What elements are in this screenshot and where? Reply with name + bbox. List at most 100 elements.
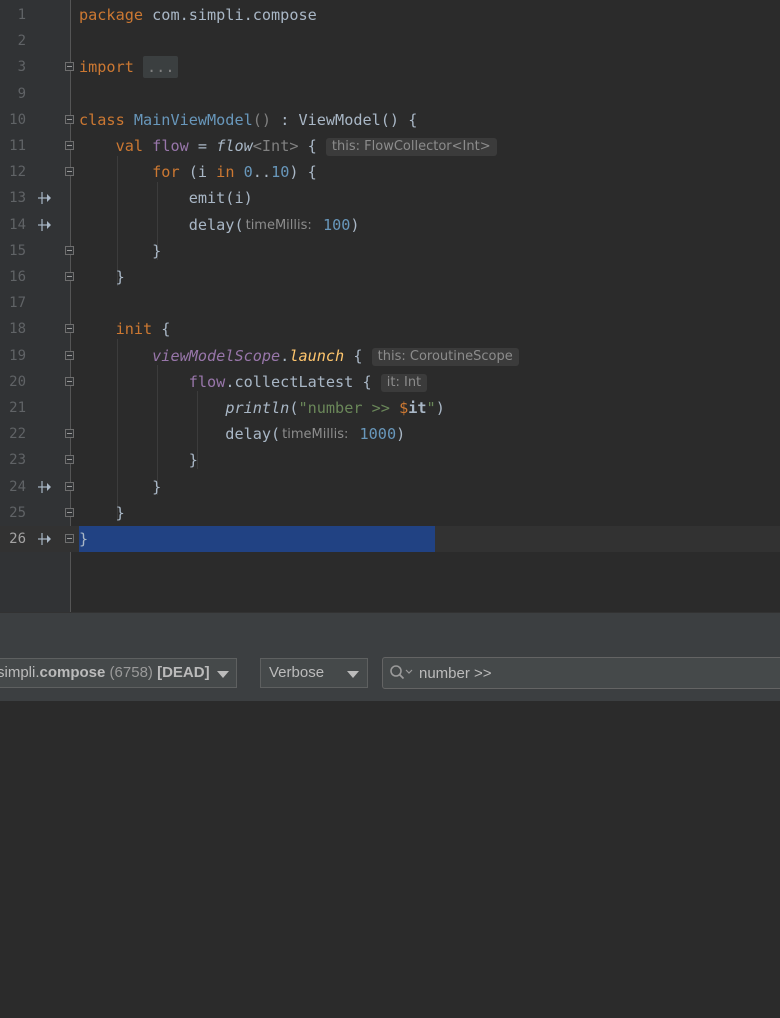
line-number[interactable]: 22 <box>0 421 26 447</box>
chevron-down-icon <box>217 671 229 678</box>
line-number[interactable]: 19 <box>0 343 26 369</box>
code-line[interactable]: 25 } <box>0 500 780 526</box>
fold-icon[interactable] <box>65 245 74 255</box>
line-number[interactable]: 3 <box>0 54 26 80</box>
search-icon <box>390 665 413 680</box>
code-line[interactable]: 11 val flow = flow<Int> { this: FlowColl… <box>0 133 780 159</box>
step-into-icon[interactable] <box>37 532 53 546</box>
code-line[interactable]: 23 } <box>0 447 780 473</box>
code-line[interactable]: 10 class MainViewModel() : ViewModel() { <box>0 107 780 133</box>
process-name: compose <box>39 664 106 681</box>
fold-icon[interactable] <box>65 272 74 281</box>
code-token: "number >> <box>298 399 400 417</box>
line-number[interactable]: 11 <box>0 133 26 159</box>
code-line[interactable]: 21 println("number >> $it") <box>0 395 780 421</box>
step-into-icon[interactable] <box>37 480 53 494</box>
code-text: } <box>79 526 88 552</box>
code-token: ) <box>435 399 445 417</box>
code-token: . <box>280 346 290 365</box>
step-into-icon[interactable] <box>37 191 53 205</box>
code-line[interactable]: 16 } <box>0 264 780 290</box>
logcat-output[interactable] <box>0 701 780 1018</box>
code-token: <Int> <box>252 137 299 155</box>
line-number[interactable]: 2 <box>0 28 26 54</box>
fold-icon[interactable] <box>65 429 74 439</box>
code-token: } <box>79 530 89 548</box>
code-line[interactable]: 12 for (i in 0..10) { <box>0 159 780 185</box>
code-line[interactable]: 17 <box>0 290 780 316</box>
line-number[interactable]: 25 <box>0 500 26 526</box>
code-editor[interactable]: 1 package com.simpli.compose 2 3 import ... 9… <box>0 0 780 612</box>
fold-icon[interactable] <box>65 455 74 465</box>
logcat-search[interactable] <box>382 657 780 689</box>
code-token: emit(i) <box>79 189 253 208</box>
code-line[interactable]: 15 } <box>0 238 780 264</box>
code-text: flow.collectLatest { it: Int <box>79 369 428 395</box>
code-token: .collectLatest { <box>225 372 381 391</box>
fold-icon[interactable] <box>65 141 74 150</box>
fold-icon[interactable] <box>65 507 74 517</box>
code-line[interactable]: 1 package com.simpli.compose <box>0 2 780 28</box>
code-token: .. <box>252 163 272 182</box>
line-number[interactable]: 18 <box>0 316 26 342</box>
code-token: in <box>216 163 235 182</box>
code-text: } <box>79 447 198 473</box>
line-number[interactable]: 1 <box>0 2 26 28</box>
code-text: } <box>79 238 161 264</box>
code-line[interactable]: 2 <box>0 28 780 54</box>
code-line[interactable]: 3 import ... <box>0 54 780 80</box>
code-text: } <box>79 474 161 500</box>
logcat-search-input[interactable] <box>419 662 779 684</box>
code-token: for <box>152 163 180 182</box>
code-line[interactable]: 13 emit(i) <box>0 185 780 211</box>
code-token: ) <box>350 215 360 234</box>
line-number[interactable]: 14 <box>0 212 26 238</box>
code-token: class <box>79 110 125 129</box>
code-token: delay( <box>79 215 244 234</box>
fold-icon[interactable] <box>65 114 74 124</box>
code-line[interactable]: 18 init { <box>0 316 780 342</box>
step-into-icon[interactable] <box>37 218 53 232</box>
log-level-dropdown[interactable]: Verbose <box>260 658 368 688</box>
code-line[interactable]: 14 delay(timeMillis: 100) <box>0 212 780 238</box>
code-line[interactable]: 20 flow.collectLatest { it: Int <box>0 369 780 395</box>
code-token: } <box>79 241 162 260</box>
line-number[interactable]: 24 <box>0 474 26 500</box>
fold-icon[interactable] <box>65 324 74 334</box>
code-line[interactable]: 22 delay(timeMillis: 1000) <box>0 421 780 447</box>
line-number[interactable]: 13 <box>0 185 26 211</box>
line-number[interactable]: 15 <box>0 238 26 264</box>
folded-import-button[interactable]: ... <box>143 56 179 79</box>
code-line[interactable]: 19 viewModelScope.launch { this: Corouti… <box>0 343 780 369</box>
line-number[interactable]: 21 <box>0 395 26 421</box>
line-number[interactable]: 17 <box>0 290 26 316</box>
code-token: = <box>188 137 217 155</box>
line-number[interactable]: 20 <box>0 369 26 395</box>
fold-icon[interactable] <box>65 534 74 543</box>
line-number[interactable]: 16 <box>0 264 26 290</box>
line-number[interactable]: 9 <box>0 81 26 107</box>
fold-icon[interactable] <box>65 481 74 491</box>
line-number[interactable]: 10 <box>0 107 26 133</box>
code-token: ) <box>396 425 406 444</box>
line-number[interactable]: 12 <box>0 159 26 185</box>
fold-icon[interactable] <box>65 62 74 72</box>
fold-icon[interactable] <box>65 376 74 386</box>
line-number[interactable]: 26 <box>0 526 26 552</box>
line-number[interactable]: 23 <box>0 447 26 473</box>
code-token: flow <box>152 137 189 155</box>
process-dropdown[interactable]: simpli.compose (6758) [DEAD] <box>0 658 237 688</box>
code-line[interactable]: 26} <box>0 526 780 552</box>
fold-icon[interactable] <box>65 167 74 177</box>
code-line[interactable]: 9 <box>0 81 780 107</box>
tool-window-divider[interactable] <box>0 612 780 648</box>
code-line[interactable]: 24 } <box>0 474 780 500</box>
code-token: import <box>79 58 134 77</box>
fold-icon[interactable] <box>65 350 74 360</box>
code-token: val <box>115 137 144 155</box>
